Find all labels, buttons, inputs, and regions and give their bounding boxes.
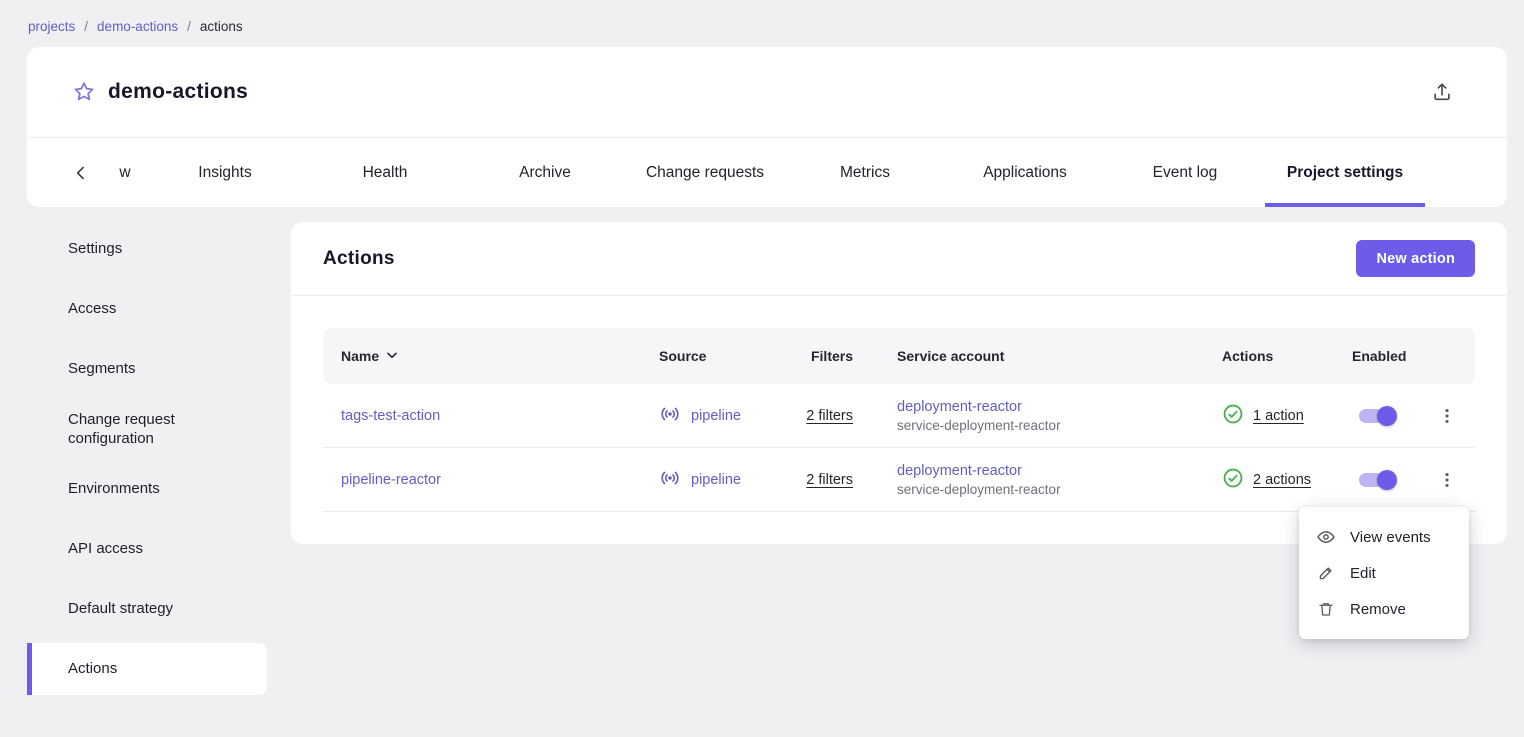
breadcrumb-separator: / [84, 19, 88, 34]
column-header-filters: Filters [811, 348, 889, 364]
enabled-toggle[interactable] [1357, 470, 1397, 490]
project-header-card: demo-actions w Insights Health Archive C… [27, 47, 1507, 207]
signal-source-icon [659, 403, 681, 429]
sidebar-item-environments[interactable]: Environments [27, 463, 267, 515]
column-header-name[interactable]: Name [323, 347, 641, 366]
column-header-actions: Actions [1199, 348, 1329, 364]
tab-project-settings[interactable]: Project settings [1265, 138, 1425, 207]
new-action-button[interactable]: New action [1356, 240, 1475, 277]
project-header: demo-actions [27, 47, 1507, 137]
check-circle-icon [1222, 467, 1244, 493]
section-title: Actions [323, 248, 395, 270]
tab-metrics[interactable]: Metrics [785, 138, 945, 207]
tab-health[interactable]: Health [305, 138, 465, 207]
service-account-subtitle: service-deployment-reactor [897, 482, 1199, 497]
source-link[interactable]: pipeline [691, 472, 741, 488]
row-actions-kebab-button[interactable] [1431, 400, 1463, 432]
actions-count[interactable]: 2 actions [1253, 472, 1311, 488]
tab-event-log[interactable]: Event log [1105, 138, 1265, 207]
breadcrumb: projects / demo-actions / actions [0, 0, 1524, 47]
sidebar-item-actions[interactable]: Actions [27, 643, 267, 695]
breadcrumb-separator: / [187, 19, 191, 34]
breadcrumb-current: actions [200, 19, 243, 34]
actions-card-header: Actions New action [291, 222, 1507, 296]
service-account-link[interactable]: deployment-reactor [897, 463, 1022, 479]
actions-count[interactable]: 1 action [1253, 408, 1304, 424]
action-name-link[interactable]: tags-test-action [341, 408, 440, 424]
project-tabs: w Insights Health Archive Change request… [27, 137, 1507, 207]
service-account-subtitle: service-deployment-reactor [897, 418, 1199, 433]
menu-item-view-events[interactable]: View events [1299, 519, 1469, 555]
row-actions-kebab-button[interactable] [1431, 464, 1463, 496]
enabled-toggle[interactable] [1357, 406, 1397, 426]
sidebar-item-change-request-configuration[interactable]: Change request configuration [27, 403, 267, 455]
export-icon[interactable] [1429, 79, 1455, 105]
tab-insights[interactable]: Insights [145, 138, 305, 207]
check-circle-icon [1222, 403, 1244, 429]
table-row: tags-test-action pipeline 2 filters depl… [323, 384, 1475, 448]
page: projects / demo-actions / actions demo-a… [0, 0, 1524, 737]
favorite-star-icon[interactable] [71, 79, 97, 105]
sidebar-item-access[interactable]: Access [27, 283, 267, 335]
table-row: pipeline-reactor pipeline 2 filters depl… [323, 448, 1475, 512]
tab-archive[interactable]: Archive [465, 138, 625, 207]
sidebar-item-settings[interactable]: Settings [27, 223, 267, 275]
actions-card: Actions New action Name Source Filters S… [291, 222, 1507, 544]
page-title: demo-actions [108, 80, 248, 104]
tab-overview-clipped[interactable]: w [105, 138, 145, 207]
action-name-link[interactable]: pipeline-reactor [341, 472, 441, 488]
filters-count[interactable]: 2 filters [806, 472, 889, 488]
column-header-enabled: Enabled [1329, 348, 1419, 364]
sidebar-item-default-strategy[interactable]: Default strategy [27, 583, 267, 635]
sort-chevron-down-icon [384, 347, 400, 366]
column-header-source: Source [641, 348, 793, 364]
sidebar-item-api-access[interactable]: API access [27, 523, 267, 575]
trash-icon [1316, 599, 1336, 619]
sidebar-item-segments[interactable]: Segments [27, 343, 267, 395]
menu-item-edit[interactable]: Edit [1299, 555, 1469, 591]
filters-count[interactable]: 2 filters [806, 408, 889, 424]
tab-applications[interactable]: Applications [945, 138, 1105, 207]
menu-item-remove[interactable]: Remove [1299, 591, 1469, 627]
signal-source-icon [659, 467, 681, 493]
eye-icon [1316, 527, 1336, 547]
column-header-service-account: Service account [889, 348, 1199, 364]
breadcrumb-link-demo-actions[interactable]: demo-actions [97, 19, 178, 34]
tabs-scroll-left-icon[interactable] [69, 161, 93, 185]
settings-sidebar: Settings Access Segments Change request … [27, 222, 267, 703]
row-context-menu: View events Edit Remove [1299, 507, 1469, 639]
source-link[interactable]: pipeline [691, 408, 741, 424]
table-header-row: Name Source Filters Service account Acti… [323, 328, 1475, 384]
service-account-link[interactable]: deployment-reactor [897, 399, 1022, 415]
tab-change-requests[interactable]: Change requests [625, 138, 785, 207]
pencil-icon [1316, 563, 1336, 583]
content-area: Settings Access Segments Change request … [27, 222, 1507, 703]
breadcrumb-link-projects[interactable]: projects [28, 19, 75, 34]
